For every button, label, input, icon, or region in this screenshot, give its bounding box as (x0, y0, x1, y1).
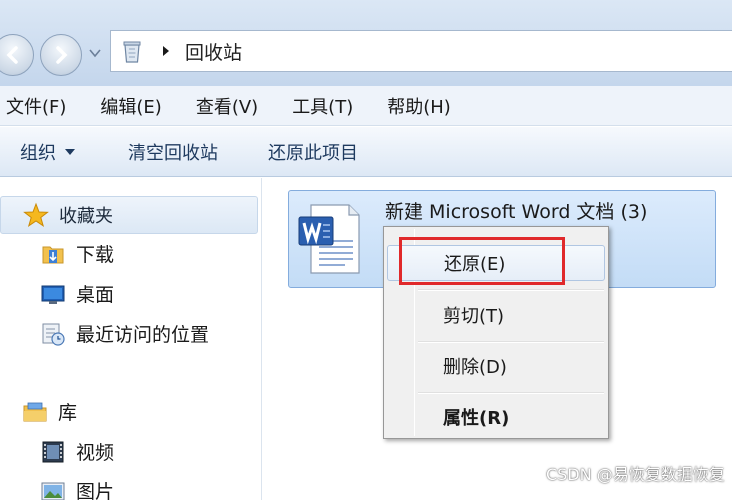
nav-item-downloads[interactable]: 下载 (40, 240, 114, 267)
nav-label-videos: 视频 (76, 442, 115, 464)
cut-label: 剪切(T) (443, 306, 505, 327)
navigation-pane: 收藏夹 下载 桌面 最近访问的位置 库 视频 图片 (0, 178, 262, 500)
menu-help[interactable]: 帮助(H) (387, 93, 451, 119)
nav-item-libraries[interactable]: 库 (22, 398, 77, 425)
history-dropdown-icon[interactable] (88, 46, 102, 60)
nav-label-favorites: 收藏夹 (59, 206, 113, 227)
menu-file[interactable]: 文件(F) (6, 93, 66, 119)
nav-label-recent-places: 最近访问的位置 (76, 324, 210, 346)
nav-item-favorites[interactable]: 收藏夹 (0, 196, 258, 234)
pictures-icon (41, 482, 65, 500)
libraries-icon (23, 402, 47, 421)
address-input[interactable]: 回收站 (110, 30, 732, 72)
nav-item-desktop[interactable]: 桌面 (40, 280, 114, 307)
address-bar: 回收站 (0, 0, 732, 86)
annotation-highlight-box (399, 237, 565, 285)
nav-label-pictures: 图片 (76, 481, 115, 500)
context-menu-delete[interactable]: 删除(D) (387, 348, 605, 384)
nav-item-videos[interactable]: 视频 (40, 438, 114, 465)
downloads-folder-icon (42, 246, 64, 263)
context-menu-separator (418, 392, 604, 394)
file-name: 新建 Microsoft Word 文档 (3) (385, 201, 648, 223)
command-bar: 组织 清空回收站 还原此项目 (0, 127, 732, 177)
watermark: CSDN @易恢复数据恢复 (546, 465, 725, 484)
context-menu-separator (418, 341, 604, 343)
context-menu-separator (418, 289, 604, 291)
recycle-bin-icon (123, 41, 141, 63)
forward-button[interactable] (40, 34, 82, 76)
organize-button[interactable]: 组织 (20, 139, 76, 165)
forward-arrow-icon (56, 46, 68, 64)
word-document-icon (298, 204, 360, 274)
menu-edit[interactable]: 编辑(E) (100, 93, 161, 119)
menu-bar: 文件(F) 编辑(E) 查看(V) 工具(T) 帮助(H) (0, 86, 732, 126)
empty-recycle-bin-button[interactable]: 清空回收站 (128, 139, 218, 165)
recent-places-icon (42, 323, 65, 346)
nav-item-pictures[interactable]: 图片 (40, 477, 114, 500)
organize-label: 组织 (20, 142, 56, 164)
back-arrow-icon (6, 46, 18, 64)
nav-label-libraries: 库 (58, 402, 78, 424)
delete-label: 删除(D) (443, 357, 507, 378)
nav-label-desktop: 桌面 (76, 284, 115, 306)
breadcrumb-recycle-bin[interactable]: 回收站 (185, 38, 242, 65)
menu-view[interactable]: 查看(V) (196, 93, 258, 119)
desktop-icon (41, 285, 65, 304)
nav-label-downloads: 下载 (76, 244, 115, 266)
restore-this-item-button[interactable]: 还原此项目 (268, 139, 358, 165)
properties-label: 属性(R) (443, 408, 510, 429)
context-menu-cut[interactable]: 剪切(T) (387, 297, 605, 333)
star-icon (23, 202, 49, 227)
breadcrumb-arrow-icon[interactable] (161, 45, 171, 57)
caret-down-icon (65, 148, 75, 155)
menu-tools[interactable]: 工具(T) (292, 93, 353, 119)
back-button[interactable] (0, 34, 34, 76)
videos-icon (42, 441, 64, 462)
nav-item-recent-places[interactable]: 最近访问的位置 (40, 320, 209, 347)
context-menu-properties[interactable]: 属性(R) (387, 399, 605, 435)
